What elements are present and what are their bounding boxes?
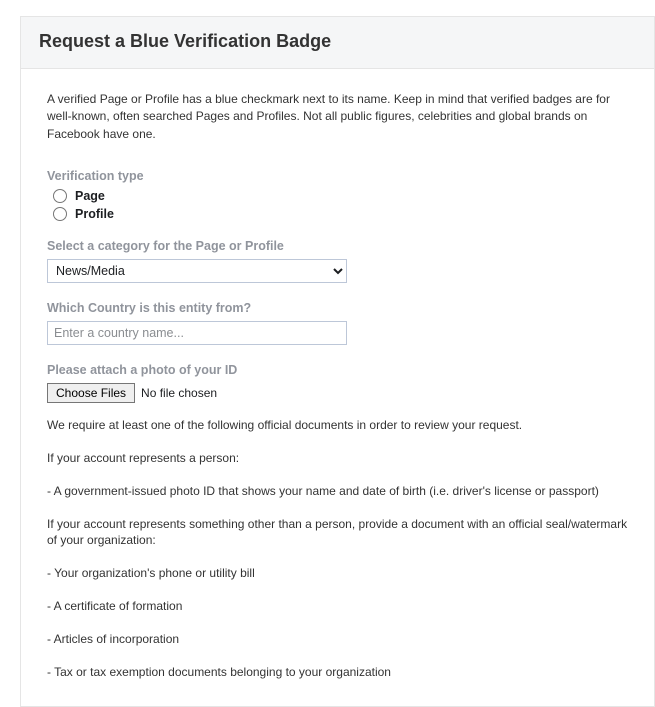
id-upload-group: Please attach a photo of your ID Choose … (47, 363, 628, 403)
docs-org-item-3: - Articles of incorporation (47, 631, 628, 648)
intro-text: A verified Page or Profile has a blue ch… (47, 91, 628, 143)
country-group: Which Country is this entity from? (47, 301, 628, 345)
verification-type-profile-label[interactable]: Profile (75, 207, 114, 221)
verification-type-profile-radio[interactable] (53, 207, 67, 221)
id-upload-label: Please attach a photo of your ID (47, 363, 628, 377)
docs-intro: We require at least one of the following… (47, 417, 628, 434)
card-header: Request a Blue Verification Badge (21, 17, 654, 69)
card-body: A verified Page or Profile has a blue ch… (21, 69, 654, 706)
verification-type-profile-row[interactable]: Profile (47, 207, 628, 221)
verification-type-label: Verification type (47, 169, 628, 183)
country-label: Which Country is this entity from? (47, 301, 628, 315)
docs-org-item-4: - Tax or tax exemption documents belongi… (47, 664, 628, 681)
page-title: Request a Blue Verification Badge (39, 31, 636, 52)
verification-type-page-row[interactable]: Page (47, 189, 628, 203)
verification-type-page-radio[interactable] (53, 189, 67, 203)
docs-org-heading: If your account represents something oth… (47, 516, 628, 550)
verification-type-group: Verification type Page Profile (47, 169, 628, 221)
choose-files-button[interactable]: Choose Files (47, 383, 135, 403)
country-input[interactable] (47, 321, 347, 345)
file-status-text: No file chosen (141, 386, 217, 400)
docs-org-item-1: - Your organization's phone or utility b… (47, 565, 628, 582)
category-select[interactable]: News/Media (47, 259, 347, 283)
verification-type-page-label[interactable]: Page (75, 189, 105, 203)
category-group: Select a category for the Page or Profil… (47, 239, 628, 283)
docs-person-heading: If your account represents a person: (47, 450, 628, 467)
docs-org-item-2: - A certificate of formation (47, 598, 628, 615)
docs-person-item: - A government-issued photo ID that show… (47, 483, 628, 500)
verification-request-card: Request a Blue Verification Badge A veri… (20, 16, 655, 707)
category-label: Select a category for the Page or Profil… (47, 239, 628, 253)
